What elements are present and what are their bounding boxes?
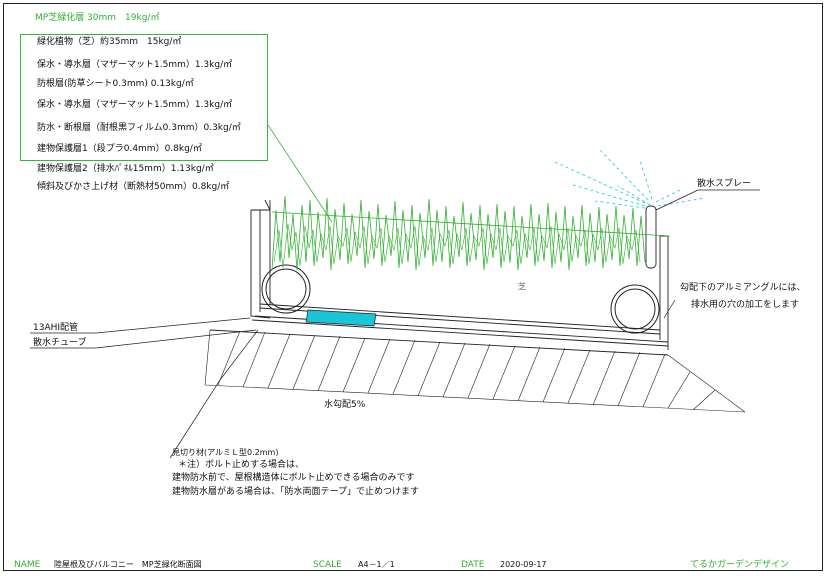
pipe-right (610, 284, 660, 334)
note-edge-material: 見切り材(アルミＬ型0.2mm) (172, 448, 279, 457)
right-angle (660, 235, 669, 350)
tube-label: 散水チューブ (33, 338, 87, 348)
titleblock-date-label: DATE (461, 560, 485, 570)
note-bolt-3: 建物防水層がある場合は、「防水両面テープ」で止めつけます (172, 487, 419, 497)
titleblock-name: 陸屋根及びバルコニー MP芝緑化断面図 (54, 560, 202, 569)
turf-label: 芝 (518, 282, 526, 291)
sprinkler-label: 散水スプレー (697, 179, 752, 189)
left-parapet (250, 210, 271, 319)
angle-note-2: 排水用の穴の加工をします (691, 300, 800, 310)
slope-label: 水勾配5% (324, 400, 366, 410)
sprinkler-head (645, 205, 657, 269)
angle-note-1: 勾配下のアルミアングルには、 (680, 283, 806, 293)
slab-hatching (204, 329, 746, 413)
titleblock-scale-label: SCALE (313, 560, 342, 570)
titleblock-name-label: NAME (14, 560, 41, 570)
note-bolt-2: 建物防水前で、屋根構造体にボルト止めできる場合のみです (172, 473, 415, 483)
spray-lines (554, 149, 706, 209)
titleblock-company: てるかガーデンデザイン (690, 560, 790, 570)
pipe-label: 13AHI配管 (33, 323, 79, 333)
grass-zigzag (271, 195, 646, 271)
legend-leader (267, 124, 333, 223)
note-bolt-1: ＊注）ボルト止めする場合は、 (178, 460, 305, 470)
titleblock-scale: A4－1／1 (358, 560, 395, 569)
titleblock-date: 2020-09-17 (500, 560, 547, 569)
